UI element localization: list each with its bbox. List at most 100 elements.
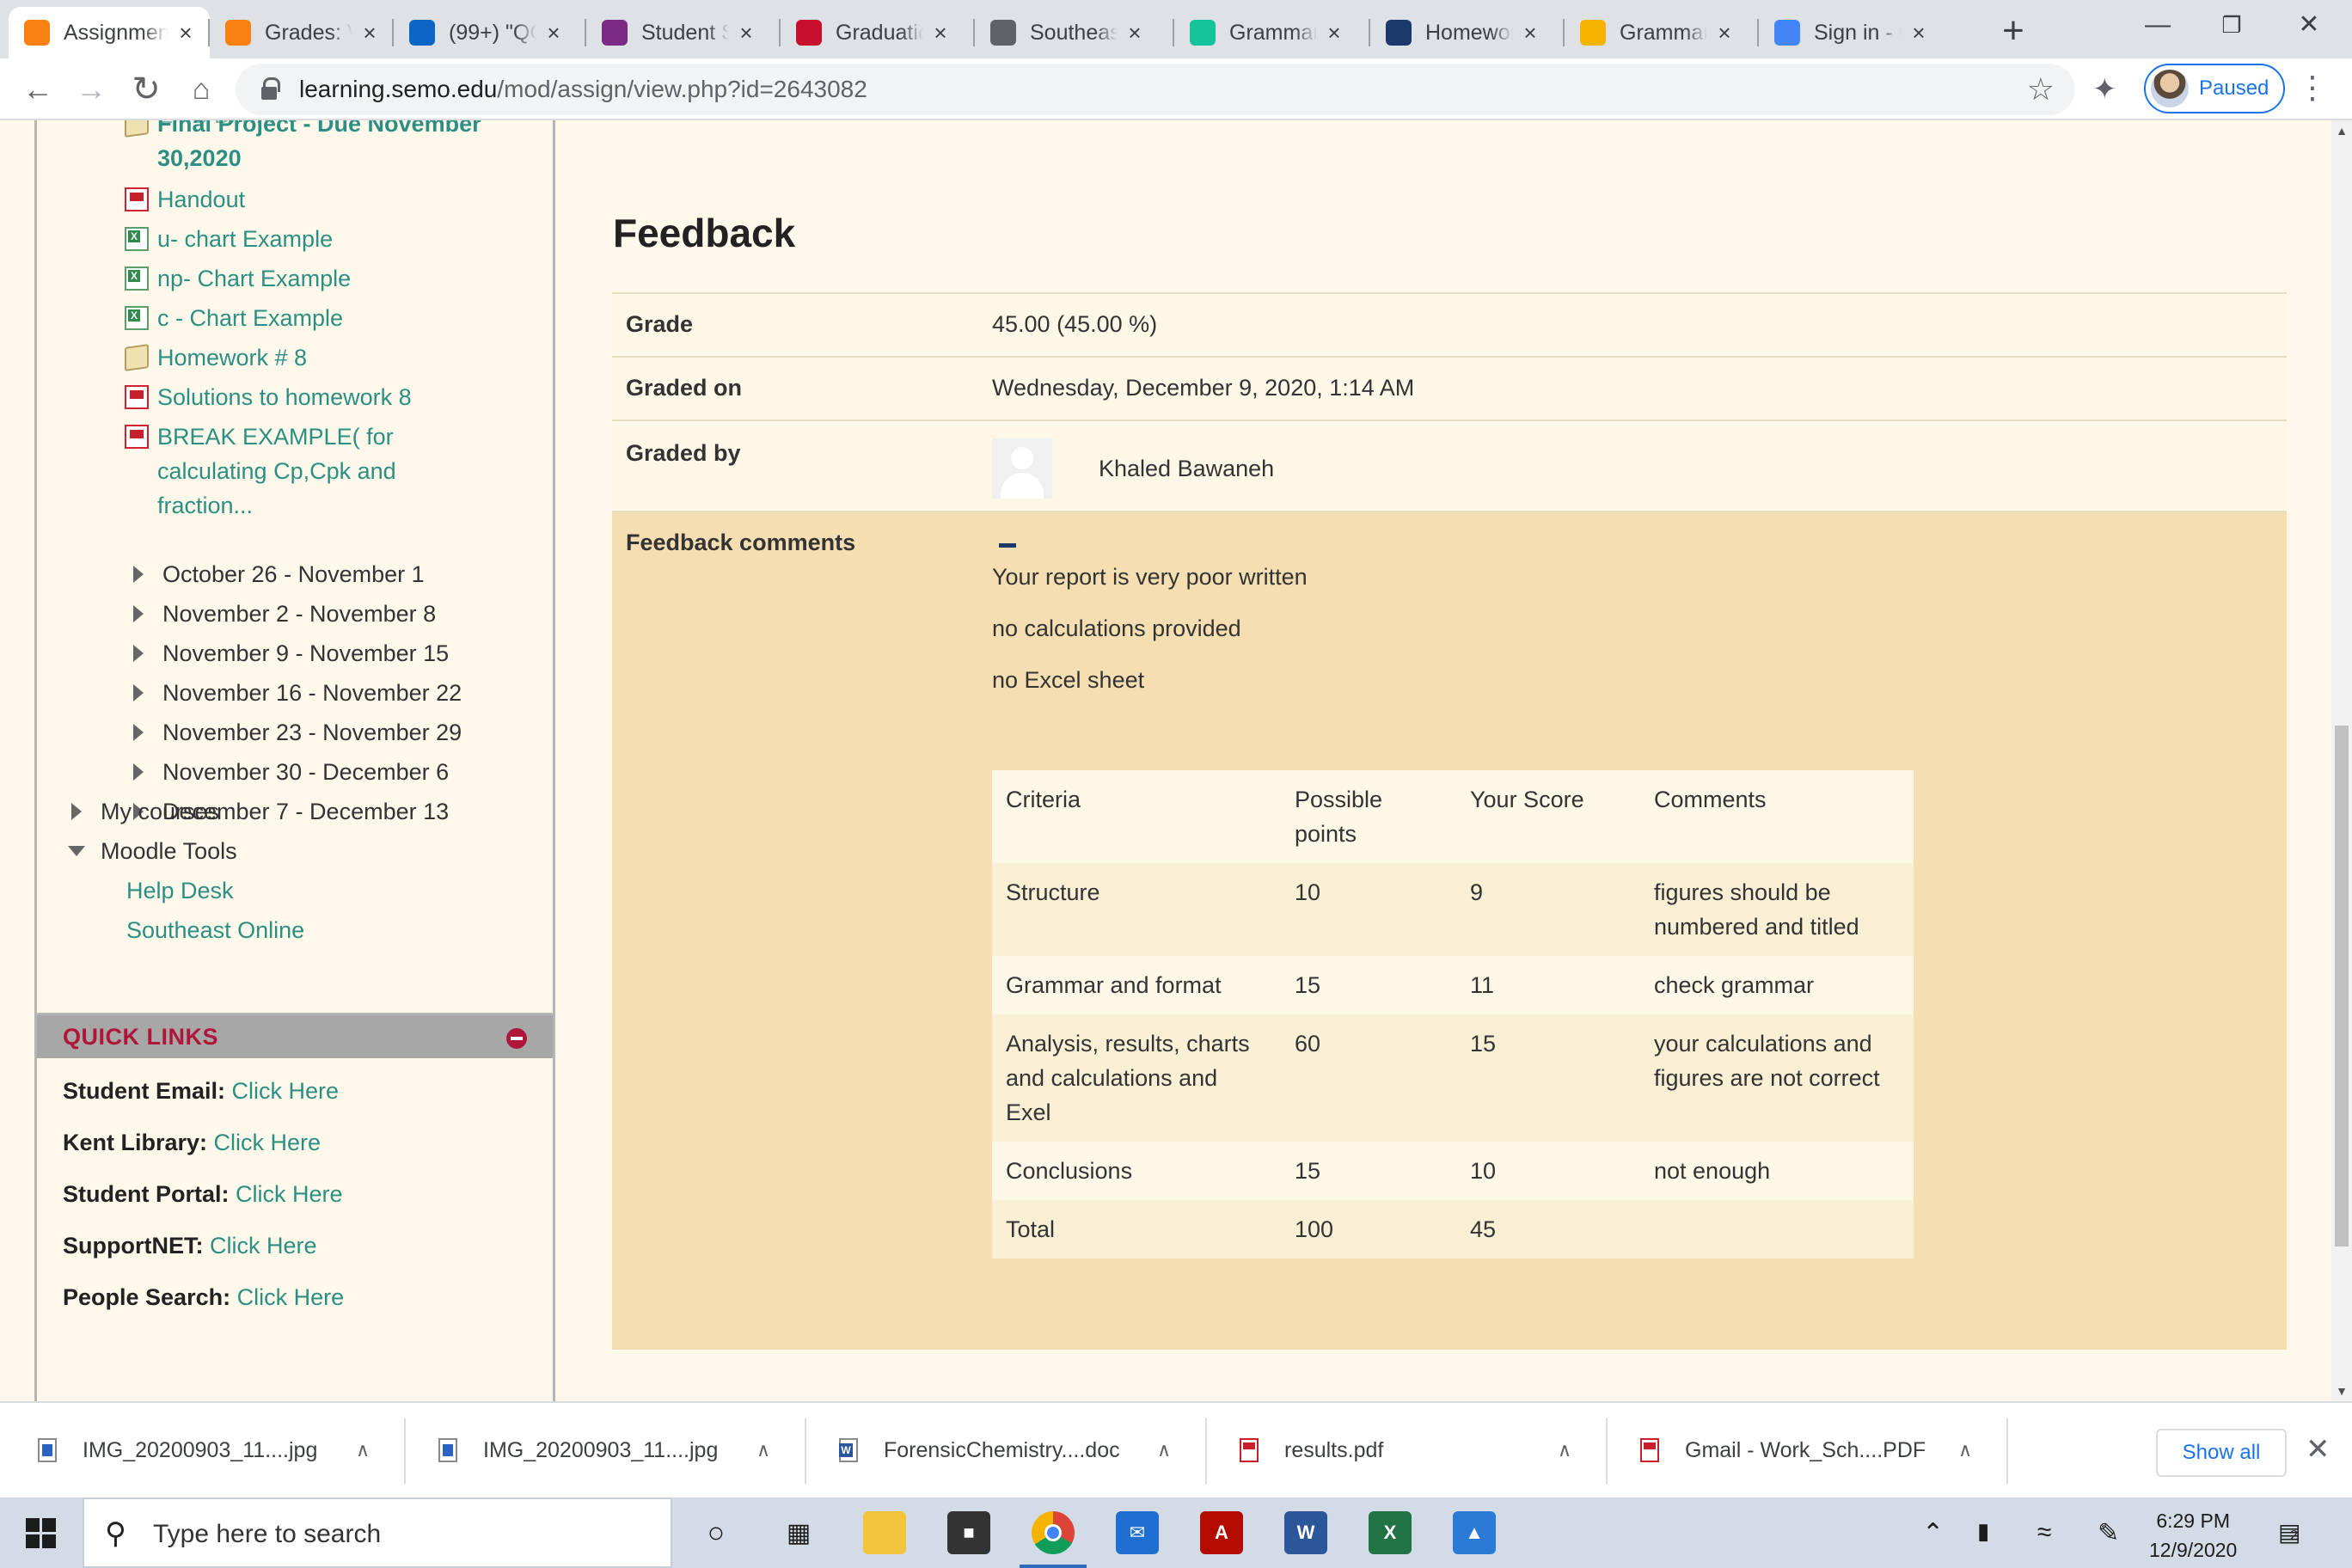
show-hidden-icons-icon[interactable]: ⌃	[1922, 1518, 1944, 1548]
sidebar-activity[interactable]: Solutions to homework 8	[125, 380, 518, 414]
tab-close-icon[interactable]: ×	[1518, 21, 1542, 45]
scroll-down-icon[interactable]: ▼	[2331, 1384, 2352, 1398]
download-item[interactable]: results.pdf ∧	[1240, 1403, 1618, 1498]
home-icon[interactable]: ⌂	[179, 67, 224, 112]
help-desk-link[interactable]: Help Desk	[126, 873, 234, 908]
url-text[interactable]: learning.semo.edu/mod/assign/view.php?id…	[299, 76, 867, 103]
tab-linkedin[interactable]: (99+) "QC ×	[394, 7, 578, 58]
tab-close-icon[interactable]: ×	[1712, 21, 1736, 45]
kebab-menu-icon[interactable]: ⋮	[2297, 70, 2328, 105]
store-icon[interactable]: ■	[947, 1511, 990, 1554]
word-icon[interactable]: W	[1284, 1511, 1327, 1554]
chevron-up-icon[interactable]: ∧	[1958, 1439, 1972, 1461]
sidebar-activity[interactable]: Final Project - Due November 30,2020	[125, 120, 518, 175]
taskbar-search-box[interactable]: ⚲ Type here to search	[83, 1498, 672, 1568]
download-item[interactable]: IMG_20200903_11....jpg ∧	[438, 1403, 817, 1498]
sidebar-activity[interactable]: Handout	[125, 182, 518, 217]
tab-chegg[interactable]: Homework×	[1370, 7, 1554, 58]
show-all-downloads-button[interactable]: Show all	[2156, 1429, 2287, 1477]
chevron-up-icon[interactable]: ∧	[756, 1439, 770, 1461]
bookmark-star-icon[interactable]: ☆	[2027, 72, 2055, 107]
tab-globe[interactable]: Southeast ×	[975, 7, 1159, 58]
sidebar-week-section[interactable]: November 30 - December 6	[133, 755, 449, 789]
navigation-block: EMS DATA Final Project - Due November 30…	[34, 120, 555, 1123]
mail-icon[interactable]: ✉	[1116, 1511, 1159, 1554]
address-bar[interactable]: learning.semo.edu/mod/assign/view.php?id…	[236, 64, 2075, 115]
minimize-icon[interactable]: —	[2118, 0, 2197, 52]
collapse-comments-icon[interactable]	[999, 543, 1016, 548]
quick-link[interactable]: Click Here	[214, 1130, 322, 1155]
tab-close-icon[interactable]: ×	[1123, 21, 1147, 45]
quick-link[interactable]: Click Here	[236, 1181, 343, 1207]
taskbar-clock[interactable]: 6:29 PM 12/9/2020	[2149, 1506, 2237, 1565]
sidebar-week-section[interactable]: October 26 - November 1	[133, 557, 425, 591]
restore-icon[interactable]: ❐	[2192, 0, 2271, 52]
sidebar-activity[interactable]: BREAK EXAMPLE( for calculating Cp,Cpk an…	[125, 420, 441, 523]
sidebar-week-section[interactable]: November 16 - November 22	[133, 676, 462, 710]
sidebar-week-section[interactable]: November 9 - November 15	[133, 636, 449, 671]
forward-icon[interactable]: →	[69, 67, 113, 112]
windows-start-icon[interactable]	[26, 1518, 57, 1549]
download-item[interactable]: Gmail - Work_Sch....PDF ∧	[1640, 1403, 2018, 1498]
chevron-up-icon[interactable]: ∧	[1558, 1439, 1571, 1461]
tab-close-icon[interactable]: ×	[734, 21, 758, 45]
download-item[interactable]: ForensicChemistry....doc ∧	[839, 1403, 1217, 1498]
notification-icon[interactable]: ▤ 2	[2278, 1518, 2300, 1547]
excel-icon[interactable]: X	[1369, 1511, 1412, 1554]
lock-icon[interactable]	[261, 77, 280, 100]
page-scrollbar[interactable]: ▲ ▼	[2331, 120, 2352, 1401]
sidebar-activity[interactable]: np- Chart Example	[125, 261, 518, 296]
sidebar-activity[interactable]: u- chart Example	[125, 222, 518, 256]
collapse-block-icon[interactable]	[506, 1028, 527, 1049]
tab-moodle[interactable]: Grades: View×	[210, 7, 394, 58]
tab-close-icon[interactable]: ×	[928, 21, 952, 45]
tab-grammarly[interactable]: Grammarly×	[1174, 7, 1358, 58]
file-explorer-icon[interactable]	[863, 1511, 906, 1554]
graded-on-label: Graded on	[626, 375, 743, 401]
back-icon[interactable]: ←	[15, 67, 60, 112]
photos-icon[interactable]: ▲	[1453, 1511, 1496, 1554]
scrollbar-thumb[interactable]	[2335, 726, 2349, 1246]
profile-button[interactable]: Paused	[2144, 64, 2285, 113]
tab-close-icon[interactable]: ×	[1322, 21, 1346, 45]
sidebar-week-section[interactable]: November 23 - November 29	[133, 715, 462, 750]
window-close-icon[interactable]: ✕	[2269, 0, 2349, 52]
scroll-up-icon[interactable]: ▲	[2331, 124, 2352, 138]
sidebar-week-section[interactable]: November 2 - November 8	[133, 597, 436, 631]
tab-close-icon[interactable]: ×	[174, 21, 198, 45]
sidebar-activity[interactable]: c - Chart Example	[125, 301, 518, 335]
tab-drive[interactable]: Grammarly×	[1565, 7, 1749, 58]
quick-link[interactable]: Click Here	[237, 1284, 345, 1310]
quick-link[interactable]: Click Here	[210, 1233, 317, 1259]
quick-link[interactable]: Click Here	[232, 1078, 340, 1104]
extensions-icon[interactable]: ✦	[2092, 72, 2117, 107]
pen-icon[interactable]: ✎	[2098, 1518, 2119, 1548]
sidebar-my-courses[interactable]: My courses	[71, 794, 219, 829]
grader-name[interactable]: Khaled Bawaneh	[1099, 456, 1274, 482]
battery-icon[interactable]: ▮	[1977, 1518, 1989, 1545]
southeast-online-link[interactable]: Southeast Online	[126, 913, 304, 947]
close-downloads-icon[interactable]: ✕	[2306, 1432, 2331, 1467]
tab-google[interactable]: Sign in - Google×	[1759, 7, 1943, 58]
wifi-icon[interactable]: ≈	[2037, 1518, 2051, 1547]
tab-redhawk[interactable]: Graduation×	[781, 7, 965, 58]
cortana-icon[interactable]: ○	[695, 1511, 738, 1554]
download-item[interactable]: IMG_20200903_11....jpg ∧	[38, 1403, 416, 1498]
task-view-icon[interactable]: ▦	[777, 1511, 820, 1554]
tab-close-icon[interactable]: ×	[542, 21, 566, 45]
tab-moodle[interactable]: Assignment ×	[9, 7, 210, 58]
new-tab-button[interactable]: +	[1991, 10, 2036, 55]
tab-close-icon[interactable]: ×	[358, 21, 382, 45]
pdf-icon	[125, 425, 149, 449]
grader-avatar[interactable]	[992, 438, 1052, 499]
sidebar-activity[interactable]: Homework # 8	[125, 340, 518, 375]
tab-close-icon[interactable]: ×	[1907, 21, 1931, 45]
acrobat-icon[interactable]: A	[1200, 1511, 1243, 1554]
chrome-icon[interactable]	[1020, 1511, 1087, 1568]
reload-icon[interactable]: ↻	[124, 67, 168, 112]
tab-e[interactable]: Student Success×	[586, 7, 770, 58]
chevron-up-icon[interactable]: ∧	[356, 1439, 370, 1461]
chevron-up-icon[interactable]: ∧	[1157, 1439, 1171, 1461]
download-filename: IMG_20200903_11....jpg	[83, 1437, 318, 1462]
sidebar-moodle-tools[interactable]: Moodle Tools	[68, 834, 237, 868]
